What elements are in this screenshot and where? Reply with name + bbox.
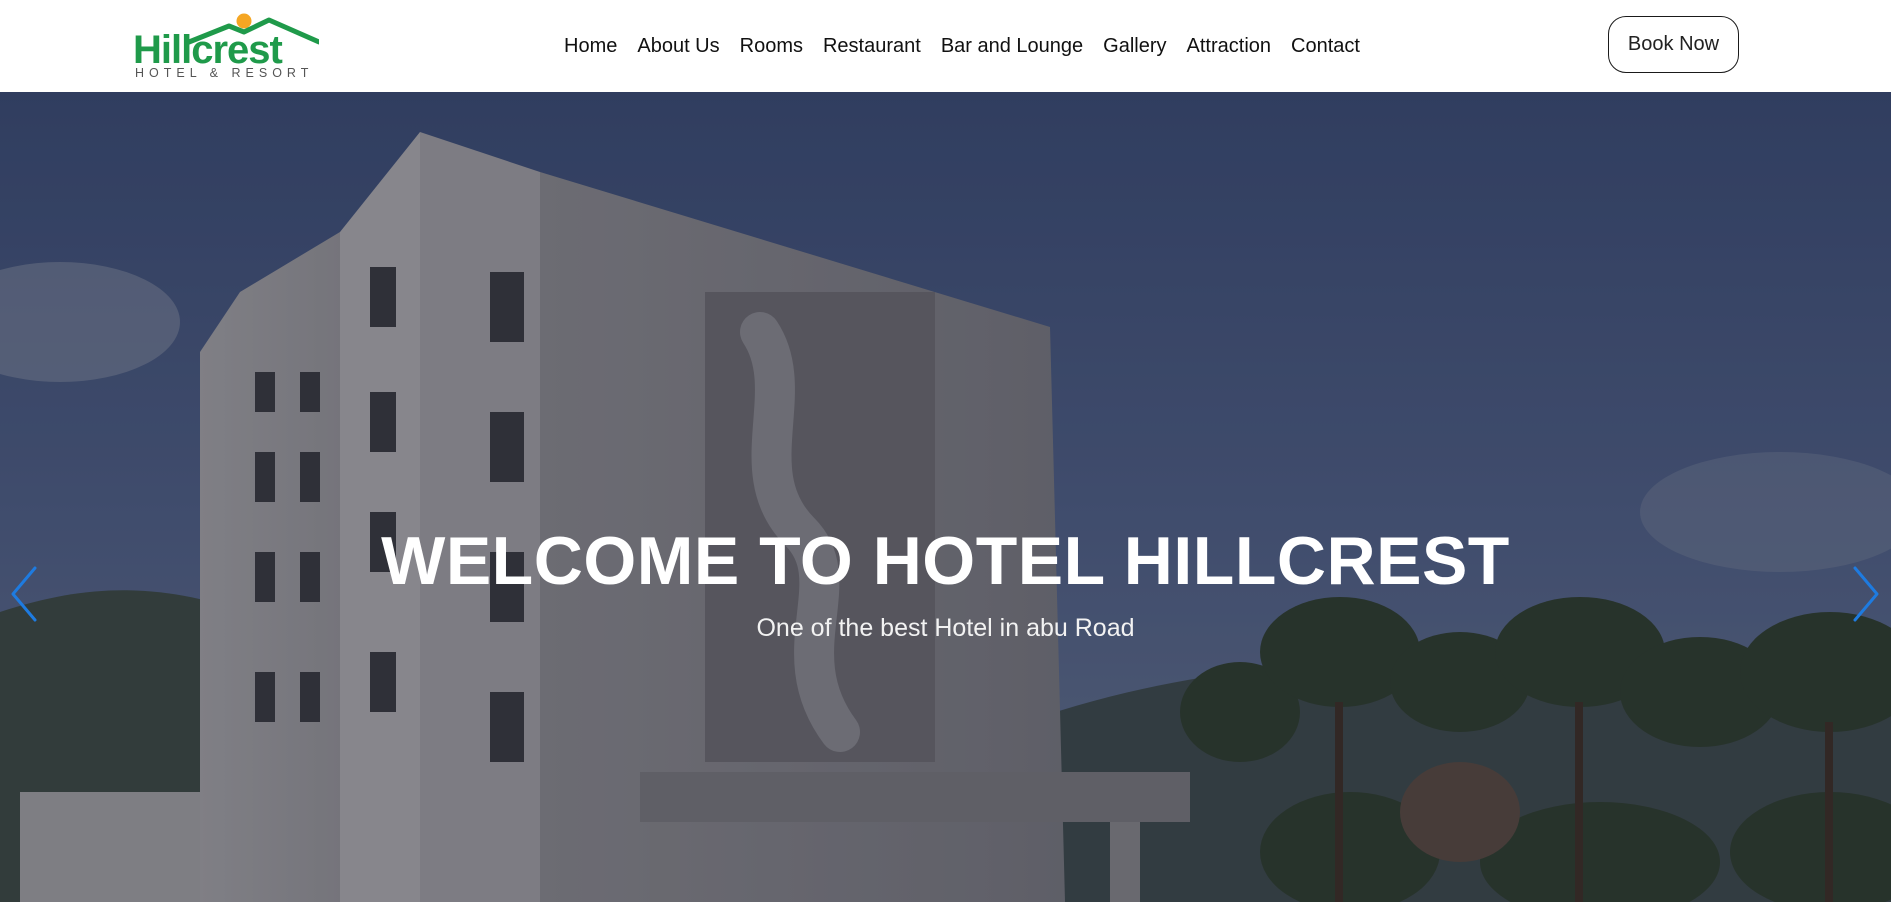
main-nav: Home About Us Rooms Restaurant Bar and L… <box>564 24 1360 68</box>
hero-dim-overlay <box>0 92 1891 902</box>
book-now-button[interactable]: Book Now <box>1608 16 1739 73</box>
hillcrest-logo[interactable]: Hillcrest HOTEL & RESORT <box>133 10 325 80</box>
hero-carousel: WELCOME TO HOTEL HILLCREST One of the be… <box>0 92 1891 902</box>
carousel-next-button[interactable] <box>1846 564 1886 624</box>
nav-home[interactable]: Home <box>564 35 617 58</box>
hero-subtitle: One of the best Hotel in abu Road <box>756 614 1135 642</box>
chevron-right-icon <box>1853 566 1879 622</box>
nav-gallery[interactable]: Gallery <box>1103 35 1166 58</box>
nav-rooms[interactable]: Rooms <box>740 35 803 58</box>
carousel-prev-button[interactable] <box>4 564 44 624</box>
logo-tagline: HOTEL & RESORT <box>135 66 314 80</box>
logo-wordmark: Hillcrest <box>133 28 283 72</box>
nav-restaurant[interactable]: Restaurant <box>823 35 921 58</box>
hero-title: WELCOME TO HOTEL HILLCREST <box>381 523 1510 599</box>
nav-contact[interactable]: Contact <box>1291 35 1360 58</box>
site-header: Hillcrest HOTEL & RESORT Home About Us R… <box>0 0 1891 92</box>
nav-about-us[interactable]: About Us <box>637 35 719 58</box>
nav-bar-and-lounge[interactable]: Bar and Lounge <box>941 35 1083 58</box>
nav-attraction[interactable]: Attraction <box>1187 35 1271 58</box>
chevron-left-icon <box>11 566 37 622</box>
